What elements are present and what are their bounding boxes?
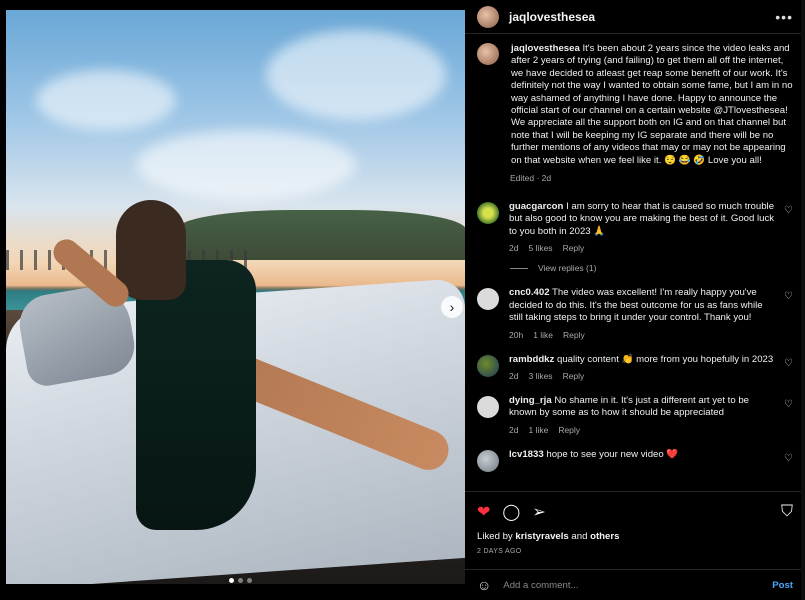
- author-username[interactable]: jaqlovesthesea: [509, 10, 595, 24]
- comment-text: hope to see your new video ❤️: [546, 448, 679, 460]
- commenter-avatar[interactable]: [477, 288, 499, 311]
- caption-username[interactable]: jaqlovesthesea: [511, 43, 580, 54]
- heart-icon[interactable]: ❤: [477, 502, 490, 522]
- reply-button[interactable]: Reply: [558, 425, 580, 435]
- caption-body: It's been about 2 years since the video …: [511, 43, 793, 166]
- liked-by-user[interactable]: kristyravels: [515, 531, 568, 542]
- commenter-username[interactable]: guacgarcon: [509, 201, 563, 212]
- comment-icon[interactable]: ◯: [502, 502, 520, 522]
- page-scrollbar[interactable]: [801, 0, 805, 600]
- commenter-username[interactable]: rambddkz: [509, 354, 554, 365]
- cloud: [36, 70, 176, 130]
- commenter-avatar[interactable]: [477, 395, 499, 418]
- commenter-avatar[interactable]: [477, 202, 499, 225]
- commenter-username[interactable]: cnc0.402: [509, 287, 550, 298]
- view-replies-label[interactable]: View replies (1): [538, 263, 596, 273]
- like-comment-icon[interactable]: ♡: [784, 205, 793, 216]
- commenter-username[interactable]: dying_rja: [509, 395, 552, 406]
- woman-figure: [116, 200, 256, 530]
- comment-time: 2d: [509, 370, 519, 381]
- comments-scroll-area[interactable]: jaqlovesthesea It's been about 2 years s…: [465, 35, 805, 490]
- liked-by-text: Liked by kristyravels and others: [477, 531, 793, 542]
- view-replies-button[interactable]: View replies (1): [510, 263, 805, 273]
- like-comment-icon[interactable]: ♡: [784, 291, 793, 302]
- post-image[interactable]: ›: [6, 10, 465, 584]
- hair: [116, 200, 186, 300]
- comment-text: quality content 👏 more from you hopefull…: [557, 353, 774, 365]
- bookmark-icon[interactable]: ⛉: [781, 503, 793, 521]
- author-avatar[interactable]: [477, 5, 499, 28]
- carousel-dot: [247, 578, 252, 583]
- liked-by-mid: and: [568, 531, 591, 542]
- author-avatar[interactable]: [477, 43, 499, 65]
- post-actions-bar: ❤ ◯ ➢ ⛉ Liked by kristyravels and others…: [465, 491, 805, 555]
- commenter-avatar[interactable]: [477, 354, 499, 377]
- comment-item: guacgarcon I am sorry to hear that is ca…: [465, 201, 805, 253]
- commenter-username[interactable]: lcv1833: [509, 449, 544, 460]
- comment-item: dying_rja No shame in it. It's just a di…: [465, 395, 805, 435]
- comment-likes[interactable]: 5 likes: [528, 243, 552, 253]
- liked-by-others[interactable]: others: [590, 531, 619, 542]
- add-comment-bar: ☺ Post: [465, 569, 805, 600]
- comment-item: rambddkz quality content 👏 more from you…: [465, 354, 805, 381]
- reply-button[interactable]: Reply: [563, 371, 585, 381]
- comment-input[interactable]: [503, 579, 773, 591]
- comment-likes[interactable]: 3 likes: [528, 371, 552, 381]
- carousel-dot: [238, 578, 243, 583]
- comment-likes[interactable]: 1 like: [528, 425, 548, 435]
- liked-by-prefix: Liked by: [477, 531, 516, 542]
- like-comment-icon[interactable]: ♡: [784, 399, 793, 410]
- black-dress: [136, 260, 256, 530]
- like-comment-icon[interactable]: ♡: [784, 358, 793, 369]
- cloud: [266, 30, 446, 120]
- share-icon[interactable]: ➢: [532, 502, 545, 522]
- carousel-dot-active: [229, 578, 234, 583]
- more-icon[interactable]: •••: [775, 9, 793, 25]
- comment-time: 2d: [509, 424, 519, 435]
- next-slide-icon[interactable]: ›: [441, 296, 463, 318]
- post-comment-button[interactable]: Post: [772, 580, 793, 591]
- post-header: jaqlovesthesea •••: [465, 0, 805, 34]
- like-comment-icon[interactable]: ♡: [784, 453, 793, 464]
- cloud: [136, 130, 356, 200]
- comment-likes[interactable]: 1 like: [533, 330, 553, 340]
- post-time-ago: 2 DAYS AGO: [477, 548, 522, 555]
- post-caption: jaqlovesthesea It's been about 2 years s…: [465, 35, 805, 167]
- comment-item: lcv1833 hope to see your new video ❤️ ♡: [465, 449, 805, 472]
- comment-time: 2d: [509, 243, 519, 254]
- comment-time: 20h: [509, 329, 524, 340]
- divider-line: [510, 267, 528, 269]
- reply-button[interactable]: Reply: [563, 243, 585, 253]
- commenter-avatar[interactable]: [477, 449, 499, 472]
- carousel-dots: [229, 578, 252, 583]
- post-side-panel: jaqlovesthesea ••• jaqlovesthesea It's b…: [465, 0, 805, 600]
- edited-label: Edited · 2d: [510, 173, 552, 184]
- caption-text: jaqlovesthesea It's been about 2 years s…: [511, 43, 793, 167]
- comment-item: cnc0.402 The video was excellent! I'm re…: [465, 287, 805, 340]
- emoji-icon[interactable]: ☺: [477, 577, 491, 593]
- reply-button[interactable]: Reply: [563, 330, 585, 340]
